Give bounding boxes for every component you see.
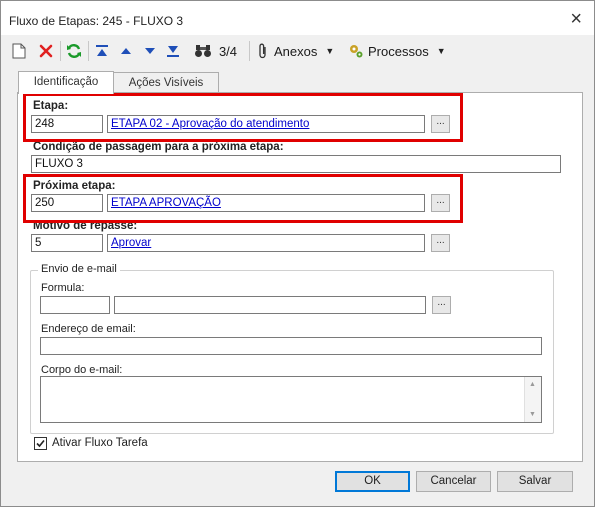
motivo-repasse-lookup-button[interactable]: ... <box>431 234 450 252</box>
toolbar: 3/4 Anexos ▼ Processos ▼ <box>1 35 594 67</box>
proxima-etapa-label: Próxima etapa: <box>33 180 116 192</box>
processos-dropdown-button[interactable]: Processos ▼ <box>348 40 448 62</box>
ok-button[interactable]: OK <box>335 471 410 492</box>
etapa-code-input[interactable]: 248 <box>31 115 103 133</box>
formula-lookup-button[interactable]: ... <box>432 296 451 314</box>
condicao-input[interactable]: FLUXO 3 <box>31 155 561 173</box>
tab-identificacao[interactable]: Identificação <box>18 71 114 94</box>
close-icon[interactable]: × <box>570 9 582 29</box>
motivo-repasse-code-input[interactable]: 5 <box>31 234 103 252</box>
gears-icon <box>350 45 363 58</box>
cancel-button[interactable]: Cancelar <box>416 471 491 492</box>
motivo-repasse-label: Motivo de repasse: <box>33 220 138 232</box>
toolbar-separator <box>88 41 89 61</box>
motivo-repasse-description-field[interactable]: Aprovar <box>107 234 425 252</box>
endereco-email-input[interactable] <box>40 337 542 355</box>
formula-label: Formula: <box>41 282 85 294</box>
record-counter: 3/4 <box>218 43 238 59</box>
formula-description-input[interactable] <box>114 296 426 314</box>
new-document-icon[interactable] <box>9 40 29 62</box>
ativar-fluxo-tarefa-checkbox[interactable] <box>34 437 47 450</box>
proxima-etapa-lookup-button[interactable]: ... <box>431 194 450 212</box>
window-title: Fluxo de Etapas: 245 - FLUXO 3 <box>9 14 184 28</box>
toolbar-separator <box>60 41 61 61</box>
condicao-label: Condição de passagem para a próxima etap… <box>33 141 284 153</box>
proxima-etapa-description-field[interactable]: ETAPA APROVAÇÃO <box>107 194 425 212</box>
ativar-fluxo-tarefa-label: Ativar Fluxo Tarefa <box>52 437 148 449</box>
toolbar-separator <box>249 41 250 61</box>
etapa-lookup-button[interactable]: ... <box>431 115 450 133</box>
etapa-description-field[interactable]: ETAPA 02 - Aprovação do atendimento <box>107 115 425 133</box>
processos-label: Processos <box>368 43 429 59</box>
save-button[interactable]: Salvar <box>497 471 573 492</box>
endereco-email-label: Endereço de email: <box>41 323 136 335</box>
paperclip-icon <box>259 43 266 59</box>
anexos-label: Anexos <box>274 43 318 59</box>
proxima-etapa-link[interactable]: ETAPA APROVAÇÃO <box>111 197 221 209</box>
etapa-link[interactable]: ETAPA 02 - Aprovação do atendimento <box>111 118 309 130</box>
move-up-icon[interactable] <box>117 40 135 62</box>
chevron-down-icon: ▼ <box>325 46 335 56</box>
corpo-email-textarea[interactable]: ▲ ▼ <box>40 376 542 423</box>
dialog-window: Fluxo de Etapas: 245 - FLUXO 3 × 3/4 Ane… <box>0 0 595 507</box>
move-last-icon[interactable] <box>164 40 182 62</box>
delete-x-icon[interactable] <box>36 40 56 62</box>
scroll-up-arrow-icon[interactable]: ▲ <box>529 381 536 388</box>
email-group-title: Envio de e-mail <box>38 263 120 275</box>
binoculars-icon[interactable] <box>193 40 213 62</box>
refresh-icon[interactable] <box>64 40 84 62</box>
anexos-dropdown-button[interactable]: Anexos ▼ <box>257 40 341 62</box>
tab-strip: Identificação Ações Visíveis <box>1 67 594 94</box>
move-first-icon[interactable] <box>93 40 111 62</box>
formula-code-input[interactable] <box>40 296 110 314</box>
scrollbar[interactable]: ▲ ▼ <box>524 377 541 422</box>
etapa-label: Etapa: <box>33 100 69 112</box>
proxima-etapa-code-input[interactable]: 250 <box>31 194 103 212</box>
tab-acoes-visiveis[interactable]: Ações Visíveis <box>113 72 219 93</box>
move-down-icon[interactable] <box>141 40 159 62</box>
checkmark-icon <box>36 439 45 448</box>
corpo-email-label: Corpo do e-mail: <box>41 364 123 376</box>
motivo-repasse-link[interactable]: Aprovar <box>111 237 151 249</box>
chevron-down-icon: ▼ <box>436 46 446 56</box>
title-bar: Fluxo de Etapas: 245 - FLUXO 3 × <box>1 1 594 35</box>
scroll-down-arrow-icon[interactable]: ▼ <box>529 411 536 418</box>
